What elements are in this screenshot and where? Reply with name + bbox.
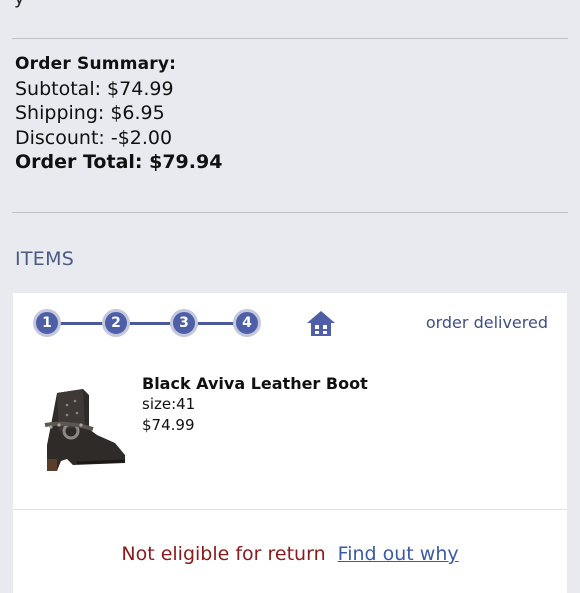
return-status: Not eligible for return — [121, 543, 326, 565]
divider — [12, 38, 568, 39]
divider — [13, 509, 567, 510]
product-price: $74.99 — [142, 416, 195, 434]
step-3: 3 — [170, 309, 198, 337]
truncated-text: y — [14, 0, 25, 9]
step-2: 2 — [102, 309, 130, 337]
shipping-row: Shipping: $6.95 — [15, 102, 165, 124]
items-heading: ITEMS — [15, 248, 75, 270]
return-eligibility: Not eligible for return Find out why — [13, 543, 567, 565]
step-1: 1 — [33, 309, 61, 337]
subtotal-row: Subtotal: $74.99 — [15, 77, 174, 100]
order-summary-title: Order Summary: — [15, 54, 177, 74]
product-image[interactable] — [37, 385, 129, 477]
order-total-row: Order Total: $79.94 — [15, 151, 223, 173]
order-status: order delivered — [425, 313, 548, 332]
progress-line — [53, 322, 253, 325]
order-summary: Order Summary: Subtotal: $74.99 Shipping… — [15, 52, 222, 175]
home-icon — [307, 311, 335, 336]
step-4: 4 — [233, 309, 261, 337]
divider — [12, 212, 568, 213]
product-details: Black Aviva Leather Boot size:41 $74.99 — [142, 373, 368, 436]
product-size: size:41 — [142, 395, 196, 413]
discount-row: Discount: -$2.00 — [15, 126, 173, 149]
order-progress-tracker: 1 2 3 4 — [33, 309, 273, 337]
item-card: 1 2 3 4 order delivered Black Aviva Leat… — [13, 293, 567, 593]
find-out-why-link[interactable]: Find out why — [338, 543, 459, 565]
product-name[interactable]: Black Aviva Leather Boot — [142, 373, 368, 394]
